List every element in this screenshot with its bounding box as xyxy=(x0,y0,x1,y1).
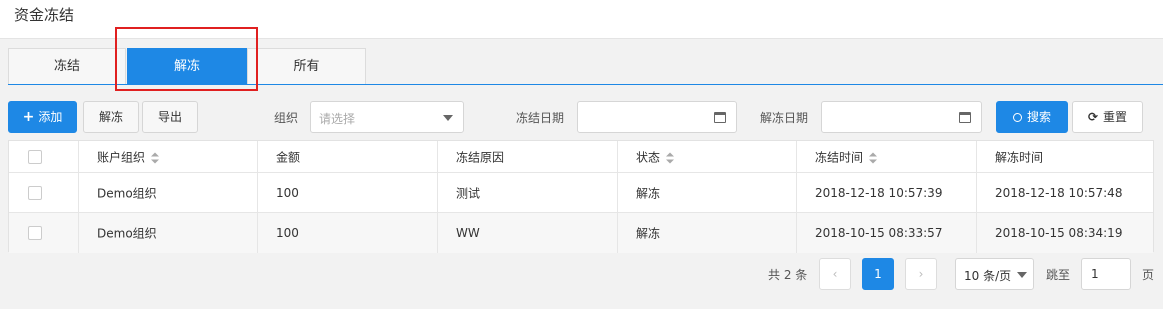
select-all-checkbox[interactable] xyxy=(28,149,42,164)
table-row[interactable]: Demo组织 100 WW 解冻 2018-10-15 08:33:57 201… xyxy=(9,213,1153,253)
export-button[interactable]: 导出 xyxy=(142,101,198,133)
data-table: 账户组织 金额 冻结原因 状态 冻结时间 解冻时间 Demo组织 100 测试 … xyxy=(8,140,1154,253)
header-select-cell xyxy=(9,141,79,172)
page-size-value: 10 条/页 xyxy=(964,269,1012,283)
org-select[interactable]: 请选择 xyxy=(310,101,464,133)
table-header-row: 账户组织 金额 冻结原因 状态 冻结时间 解冻时间 xyxy=(9,141,1153,173)
sort-icon[interactable] xyxy=(869,152,878,163)
cell-reason: WW xyxy=(438,213,618,253)
row-checkbox[interactable] xyxy=(28,226,42,240)
row-select-cell xyxy=(9,173,79,212)
next-page-button[interactable]: › xyxy=(905,258,937,290)
column-header-freeze-time[interactable]: 冻结时间 xyxy=(797,141,977,172)
chevron-down-icon xyxy=(1017,272,1027,278)
cell-org: Demo组织 xyxy=(79,213,258,253)
row-select-cell xyxy=(9,213,79,253)
cell-freeze-time: 2018-12-18 10:57:39 xyxy=(797,173,977,212)
page-size-select[interactable]: 10 条/页 xyxy=(955,258,1034,290)
refresh-icon: ⟳ xyxy=(1087,110,1099,124)
goto-label: 跳至 xyxy=(1046,268,1071,282)
row-checkbox[interactable] xyxy=(28,185,42,200)
freeze-date-label: 冻结日期 xyxy=(516,111,565,125)
pagination: 共 2 条 ‹ 1 › 10 条/页 跳至 1 页 xyxy=(0,258,1163,290)
cell-freeze-time: 2018-10-15 08:33:57 xyxy=(797,213,977,253)
toolbar: + 添加 解冻 导出 组织 请选择 冻结日期 解冻日期 搜索 ⟳ 重置 xyxy=(0,100,1163,134)
unfreeze-date-label: 解冻日期 xyxy=(760,111,809,125)
freeze-date-input[interactable] xyxy=(577,101,737,133)
search-icon xyxy=(1012,113,1022,122)
page-title: 资金冻结 xyxy=(14,6,75,24)
column-header-status[interactable]: 状态 xyxy=(618,141,797,172)
tab-bar: 冻结 解冻 所有 xyxy=(8,48,1163,85)
page-1-button[interactable]: 1 xyxy=(862,258,894,290)
column-header-label: 账户组织 xyxy=(97,150,146,164)
cell-reason: 测试 xyxy=(438,173,618,212)
cell-amount: 100 xyxy=(258,213,438,253)
calendar-icon xyxy=(714,112,726,123)
calendar-icon xyxy=(959,112,971,123)
cell-unfreeze-time: 2018-10-15 08:34:19 xyxy=(995,226,1123,240)
column-header-label: 状态 xyxy=(636,150,661,164)
tab-all[interactable]: 所有 xyxy=(247,48,366,84)
table-row[interactable]: Demo组织 100 测试 解冻 2018-12-18 10:57:39 201… xyxy=(9,173,1153,213)
column-header-amount: 金额 xyxy=(258,141,438,172)
page-header: 资金冻结 xyxy=(0,0,1163,39)
column-header-reason: 冻结原因 xyxy=(438,141,618,172)
add-button-label: 添加 xyxy=(38,110,63,124)
reset-button-label: 重置 xyxy=(1103,110,1128,124)
cell-unfreeze-time: 2018-12-18 10:57:48 xyxy=(995,185,1123,200)
search-button-label: 搜索 xyxy=(1026,110,1051,124)
column-header-label: 冻结时间 xyxy=(815,150,864,164)
unfreeze-button[interactable]: 解冻 xyxy=(83,101,139,133)
plus-icon: + xyxy=(22,109,35,125)
tab-unfreeze[interactable]: 解冻 xyxy=(127,48,247,84)
page-suffix: 页 xyxy=(1142,268,1155,282)
goto-page-input[interactable]: 1 xyxy=(1081,258,1131,290)
reset-button[interactable]: ⟳ 重置 xyxy=(1072,101,1143,133)
cell-status: 解冻 xyxy=(618,173,797,212)
cell-status: 解冻 xyxy=(618,213,797,253)
total-count: 共 2 条 xyxy=(768,268,808,282)
sort-icon[interactable] xyxy=(151,152,160,163)
prev-page-button[interactable]: ‹ xyxy=(819,258,851,290)
tab-freeze[interactable]: 冻结 xyxy=(8,48,126,84)
column-header-unfreeze-time: 解冻时间 xyxy=(995,150,1044,164)
chevron-down-icon xyxy=(443,115,453,121)
goto-page-value: 1 xyxy=(1091,267,1099,281)
org-label: 组织 xyxy=(274,111,299,125)
cell-amount: 100 xyxy=(258,173,438,212)
cell-org: Demo组织 xyxy=(79,173,258,212)
org-placeholder: 请选择 xyxy=(319,112,356,126)
sort-icon[interactable] xyxy=(666,152,675,163)
column-header-org[interactable]: 账户组织 xyxy=(79,141,258,172)
add-button[interactable]: + 添加 xyxy=(8,101,77,133)
search-button[interactable]: 搜索 xyxy=(996,101,1068,133)
unfreeze-date-input[interactable] xyxy=(821,101,982,133)
